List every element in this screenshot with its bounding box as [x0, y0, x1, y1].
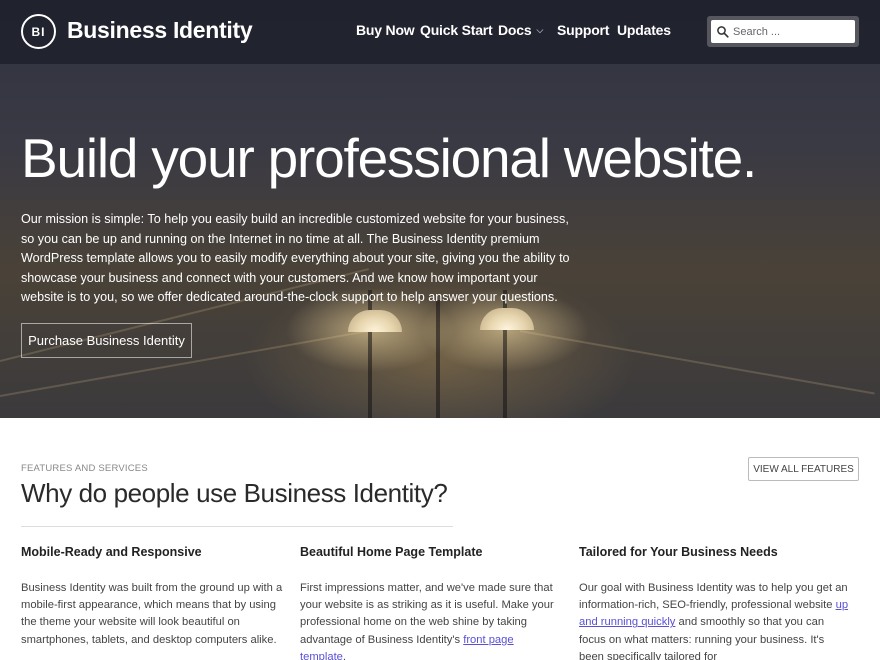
feature-title: Tailored for Your Business Needs	[579, 545, 778, 559]
feature-text-part: .	[342, 650, 347, 660]
feature-text: Our goal with Business Identity was to h…	[579, 580, 849, 660]
nav-item-support[interactable]: Support	[557, 22, 609, 38]
top-navigation-bar: BI Business Identity Buy Now Quick Start…	[0, 0, 880, 64]
search-input[interactable]	[733, 25, 851, 38]
purchase-button[interactable]: Purchase Business Identity	[21, 323, 192, 358]
feature-card-home-page: Beautiful Home Page Template First impre…	[300, 545, 562, 660]
hero-description: Our mission is simple: To help you easil…	[21, 212, 570, 304]
search-box	[711, 20, 855, 43]
search-icon	[717, 25, 729, 38]
street-lamp	[480, 308, 534, 330]
feature-card-tailored: Tailored for Your Business Needs Our goa…	[579, 545, 849, 660]
nav-item-docs[interactable]: Docs ⌵	[498, 22, 543, 38]
logo-badge[interactable]: BI	[21, 14, 56, 49]
feature-text-part: First impressions matter, and we've made…	[300, 582, 554, 646]
nav-item-buy-now[interactable]: Buy Now	[356, 22, 415, 38]
feature-title: Beautiful Home Page Template	[300, 545, 483, 559]
feature-text-part: Our goal with Business Identity was to h…	[579, 582, 848, 612]
feature-title: Mobile-Ready and Responsive	[21, 545, 202, 559]
feature-text: First impressions matter, and we've made…	[300, 580, 562, 660]
track-line	[519, 330, 875, 395]
section-title: Why do people use Business Identity?	[21, 478, 448, 508]
nav-item-docs-label: Docs	[498, 22, 532, 38]
hero-title: Build your professional website.	[21, 127, 757, 189]
section-kicker: FEATURES AND SERVICES	[21, 463, 148, 474]
site-title[interactable]: Business Identity	[67, 17, 253, 44]
search-container	[707, 16, 859, 47]
view-all-features-button[interactable]: VIEW ALL FEATURES	[748, 457, 859, 481]
chevron-down-icon: ⌵	[536, 25, 544, 35]
nav-item-updates[interactable]: Updates	[617, 22, 671, 38]
lamp-post	[436, 300, 440, 418]
feature-card-mobile: Mobile-Ready and Responsive Business Ide…	[21, 545, 283, 649]
nav-item-quick-start[interactable]: Quick Start	[420, 22, 493, 38]
section-divider	[21, 526, 453, 527]
feature-text: Business Identity was built from the gro…	[21, 582, 283, 646]
